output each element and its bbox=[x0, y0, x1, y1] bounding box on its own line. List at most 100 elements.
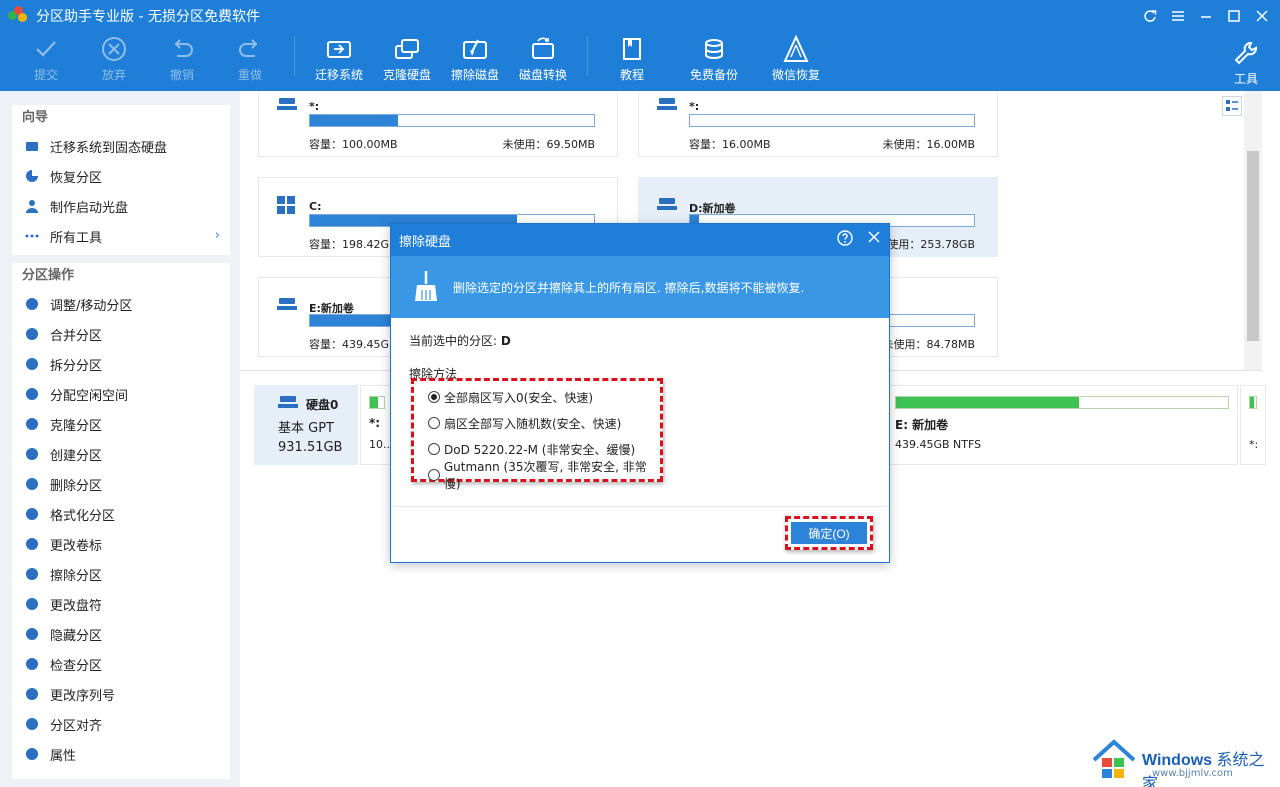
sidebar-item-op[interactable]: 克隆分区 bbox=[12, 409, 230, 439]
sidebar-item-op[interactable]: 合并分区 bbox=[12, 319, 230, 349]
sidebar-item-op[interactable]: 检查分区 bbox=[12, 649, 230, 679]
redo-button[interactable]: 重做 bbox=[216, 32, 284, 83]
sidebar-item-op[interactable]: 更改盘符 bbox=[12, 589, 230, 619]
wipe-option-zero[interactable]: 全部扇区写入0(安全、快速) bbox=[428, 384, 660, 410]
submit-button[interactable]: 提交 bbox=[12, 32, 80, 83]
backup-icon bbox=[701, 32, 727, 66]
person-icon bbox=[24, 198, 40, 214]
usage-bar bbox=[309, 114, 595, 127]
sidebar-item-bootable-media[interactable]: 制作启动光盘 bbox=[12, 191, 230, 221]
wipe-method-options: 全部扇区写入0(安全、快速) 扇区全部写入随机数(安全、快速) DoD 5220… bbox=[411, 378, 663, 491]
wipe-disk-button[interactable]: 擦除磁盘 bbox=[441, 32, 509, 83]
sidebar-item-op[interactable]: 隐藏分区 bbox=[12, 619, 230, 649]
convert-icon bbox=[529, 32, 557, 66]
disk-info[interactable]: 硬盘0 基本 GPT 931.51GB bbox=[254, 385, 358, 465]
maximize-icon[interactable] bbox=[1222, 4, 1246, 28]
dialog-header: 擦除硬盘 bbox=[391, 224, 889, 256]
radio-button[interactable] bbox=[428, 391, 440, 403]
sidebar-item-op[interactable]: 分区对齐 bbox=[12, 709, 230, 739]
chevron-right-icon: › bbox=[214, 228, 220, 243]
view-toggle-button[interactable] bbox=[1222, 96, 1242, 116]
toolbar-separator bbox=[294, 36, 295, 76]
disk-type: 基本 GPT bbox=[278, 421, 334, 436]
sidebar-item-op[interactable]: 擦除分区 bbox=[12, 559, 230, 589]
sidebar-item-op[interactable]: 调整/移动分区 bbox=[12, 289, 230, 319]
clone-disk-icon bbox=[393, 32, 421, 66]
tutorial-button[interactable]: 教程 bbox=[598, 32, 666, 83]
migrate-icon bbox=[325, 32, 353, 66]
partition-bar bbox=[1249, 396, 1257, 409]
sidebar-item-recover-partition[interactable]: 恢复分区 bbox=[12, 161, 230, 191]
minimize-icon[interactable] bbox=[1194, 4, 1218, 28]
check-icon bbox=[33, 32, 59, 66]
disk-partition-block[interactable]: *: bbox=[1240, 385, 1266, 465]
partition-card[interactable]: *: 容量：100.00MB 未使用：69.50MB bbox=[258, 91, 618, 157]
split-icon bbox=[24, 356, 40, 372]
pie-icon bbox=[24, 168, 40, 184]
undo-button[interactable]: 撤销 bbox=[148, 32, 216, 83]
radio-button[interactable] bbox=[428, 417, 440, 429]
list-view-icon bbox=[1226, 100, 1238, 111]
migrate-system-button[interactable]: 迁移系统 bbox=[305, 32, 373, 83]
title-bar: 分区助手专业版 - 无损分区免费软件 bbox=[0, 0, 1280, 32]
create-icon bbox=[24, 446, 40, 462]
discard-button[interactable]: 放弃 bbox=[80, 32, 148, 83]
resize-icon bbox=[24, 296, 40, 312]
close-icon[interactable] bbox=[867, 230, 881, 250]
disk-name: 硬盘0 bbox=[306, 397, 339, 412]
menu-icon[interactable] bbox=[1166, 4, 1190, 28]
disk-icon bbox=[277, 296, 299, 315]
vertical-scrollbar[interactable] bbox=[1244, 91, 1262, 370]
disk-partition-block[interactable]: E: 新加卷 439.45GB NTFS bbox=[886, 385, 1238, 465]
windows-icon bbox=[277, 196, 295, 217]
tools-button[interactable]: 工具 bbox=[1212, 36, 1280, 87]
watermark: Windows 系统之家 www.bjjmlv.com bbox=[1090, 738, 1280, 787]
disk-icon bbox=[278, 395, 298, 413]
info-icon bbox=[24, 746, 40, 762]
top-bar: 分区助手专业版 - 无损分区免费软件 提交 放弃 撤销 重做 迁移系统 克隆硬盘… bbox=[0, 0, 1280, 91]
clone-disk-button[interactable]: 克隆硬盘 bbox=[373, 32, 441, 83]
watermark-brand: Windows 系统之家 bbox=[1142, 752, 1265, 787]
more-icon bbox=[24, 228, 40, 244]
close-icon[interactable] bbox=[1250, 4, 1274, 28]
wechat-recover-button[interactable]: 微信恢复 bbox=[762, 32, 830, 83]
hide-icon bbox=[24, 626, 40, 642]
sidebar-item-op[interactable]: 属性 bbox=[12, 739, 230, 769]
disk-convert-button[interactable]: 磁盘转换 bbox=[509, 32, 577, 83]
sidebar-item-migrate-ssd[interactable]: 迁移系统到固态硬盘 bbox=[12, 131, 230, 161]
redo-icon bbox=[237, 32, 263, 66]
toolbar: 提交 放弃 撤销 重做 迁移系统 克隆硬盘 擦除磁盘 磁盘转换 教程 免费备份 … bbox=[0, 32, 1280, 91]
help-icon[interactable] bbox=[837, 230, 853, 250]
wipe-option-random[interactable]: 扇区全部写入随机数(安全、快速) bbox=[428, 410, 660, 436]
allocate-icon bbox=[24, 386, 40, 402]
broom-icon bbox=[411, 270, 437, 305]
usage-bar bbox=[689, 114, 975, 127]
radio-button[interactable] bbox=[428, 443, 440, 455]
scrollbar-thumb[interactable] bbox=[1247, 151, 1259, 341]
book-icon bbox=[619, 32, 645, 66]
drive-letter-icon bbox=[24, 596, 40, 612]
sidebar-item-op[interactable]: 创建分区 bbox=[12, 439, 230, 469]
sidebar-item-op[interactable]: 拆分分区 bbox=[12, 349, 230, 379]
radio-button[interactable] bbox=[428, 469, 440, 481]
sidebar-item-op[interactable]: 更改序列号 bbox=[12, 679, 230, 709]
free-backup-button[interactable]: 免费备份 bbox=[680, 32, 748, 83]
wipe-option-gutmann[interactable]: Gutmann (35次覆写, 非常安全, 非常慢) bbox=[428, 460, 660, 491]
sidebar-item-op[interactable]: 更改卷标 bbox=[12, 529, 230, 559]
ok-button-highlight: 确定(O) bbox=[785, 516, 873, 550]
refresh-icon[interactable] bbox=[1138, 4, 1162, 28]
sidebar-item-op[interactable]: 格式化分区 bbox=[12, 499, 230, 529]
banner-text: 删除选定的分区并擦除其上的所有扇区. 擦除后,数据将不能被恢复. bbox=[453, 280, 805, 295]
partition-bar bbox=[895, 396, 1229, 409]
toolbar-separator bbox=[587, 36, 588, 76]
sidebar: 向导 迁移系统到固态硬盘 恢复分区 制作启动光盘 所有工具 › 分区操作 调整/移… bbox=[0, 91, 240, 787]
ok-button[interactable]: 确定(O) bbox=[791, 522, 867, 544]
sidebar-item-op[interactable]: 删除分区 bbox=[12, 469, 230, 499]
recover-icon bbox=[782, 32, 810, 66]
watermark-url: www.bjjmlv.com bbox=[1152, 768, 1233, 779]
migrate-icon bbox=[24, 138, 40, 154]
partition-card[interactable]: *: 容量：16.00MB 未使用：16.00MB bbox=[638, 91, 998, 157]
disk-icon bbox=[657, 196, 679, 215]
sidebar-item-all-tools[interactable]: 所有工具 › bbox=[12, 221, 230, 251]
sidebar-item-op[interactable]: 分配空闲空间 bbox=[12, 379, 230, 409]
